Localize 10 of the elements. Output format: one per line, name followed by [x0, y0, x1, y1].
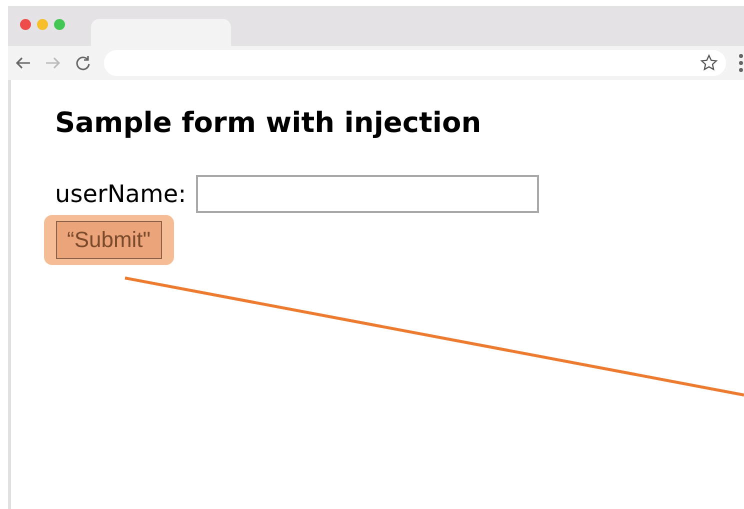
star-icon[interactable]	[700, 54, 718, 72]
reload-icon[interactable]	[74, 54, 92, 72]
username-field[interactable]	[196, 175, 540, 213]
menu-icon[interactable]	[738, 53, 744, 73]
maximize-window-icon[interactable]	[54, 19, 65, 30]
submit-button[interactable]: “Submit"	[56, 221, 162, 259]
form-heading: Sample form with injection	[55, 106, 482, 139]
field-label: userName:	[55, 180, 186, 208]
minimize-window-icon[interactable]	[37, 19, 48, 30]
close-window-icon[interactable]	[20, 19, 31, 30]
